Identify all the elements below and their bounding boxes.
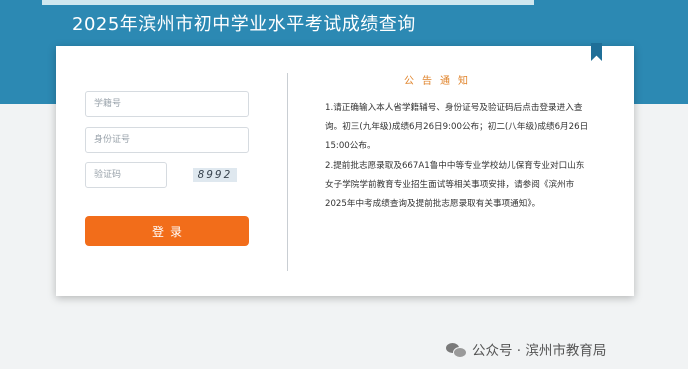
watermark-text: 公众号 · 滨州市教育局 xyxy=(472,343,607,359)
login-button[interactable]: 登录 xyxy=(85,216,249,246)
wechat-icon xyxy=(446,341,467,358)
watermark: 公众号 · 滨州市教育局 xyxy=(446,339,606,359)
header-accent-strip xyxy=(42,0,534,5)
notice-paragraph-2: 2.提前批志愿录取及667A1鲁中中等专业学校幼儿保育专业对口山东女子学院学前教… xyxy=(325,160,585,210)
notice-body: 1.请正确输入本人省学籍辅号、身份证号及验证码后点击登录进入查询。初三(九年级)… xyxy=(325,99,591,214)
captcha-input[interactable] xyxy=(85,162,167,188)
page-title: 2025年滨州市初中学业水平考试成绩查询 xyxy=(72,14,416,35)
notice-paragraph-1: 1.请正确输入本人省学籍辅号、身份证号及验证码后点击登录进入查询。初三(九年级)… xyxy=(325,103,589,152)
student-id-input[interactable] xyxy=(85,91,249,117)
captcha-image[interactable]: 8992 xyxy=(193,168,237,182)
notice-title: 公告通知 xyxy=(404,76,476,87)
id-card-input[interactable] xyxy=(85,127,249,153)
vertical-divider xyxy=(287,73,288,271)
